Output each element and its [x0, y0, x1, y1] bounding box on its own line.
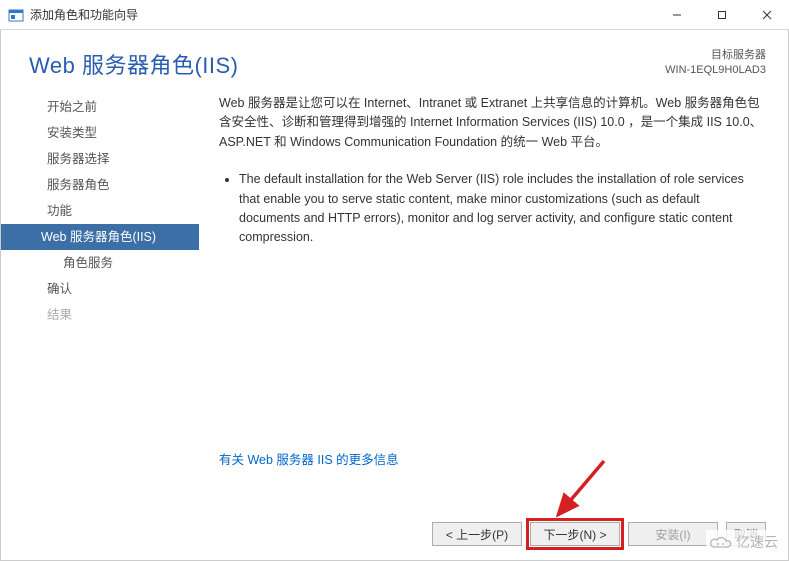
- nav-item-2[interactable]: 服务器选择: [1, 146, 199, 172]
- nav-item-7[interactable]: 确认: [1, 276, 199, 302]
- close-button[interactable]: [744, 0, 789, 29]
- target-value: WIN-1EQL9H0LAD3: [665, 63, 766, 78]
- notes-list: The default installation for the Web Ser…: [229, 170, 764, 248]
- titlebar: 添加角色和功能向导: [0, 0, 789, 30]
- more-info-link[interactable]: 有关 Web 服务器 IIS 的更多信息: [219, 451, 399, 470]
- nav-item-0[interactable]: 开始之前: [1, 94, 199, 120]
- nav-item-6[interactable]: 角色服务: [1, 250, 199, 276]
- window-title: 添加角色和功能向导: [30, 6, 654, 23]
- install-button: 安装(I): [628, 522, 718, 546]
- window-controls: [654, 0, 789, 29]
- body-row: 开始之前安装类型服务器选择服务器角色功能Web 服务器角色(IIS)角色服务确认…: [1, 88, 788, 476]
- nav-item-8: 结果: [1, 302, 199, 328]
- target-server-box: 目标服务器 WIN-1EQL9H0LAD3: [665, 48, 766, 79]
- content-pane: Web 服务器是让您可以在 Internet、Intranet 或 Extran…: [199, 88, 788, 476]
- nav-item-5[interactable]: Web 服务器角色(IIS): [1, 224, 199, 250]
- client-area: Web 服务器角色(IIS) 目标服务器 WIN-1EQL9H0LAD3 开始之…: [0, 30, 789, 561]
- nav-item-4[interactable]: 功能: [1, 198, 199, 224]
- intro-text: Web 服务器是让您可以在 Internet、Intranet 或 Extran…: [219, 94, 764, 152]
- cloud-icon: [710, 534, 732, 550]
- nav-item-3[interactable]: 服务器角色: [1, 172, 199, 198]
- watermark-text: 亿速云: [736, 532, 778, 552]
- nav-item-1[interactable]: 安装类型: [1, 120, 199, 146]
- target-label: 目标服务器: [665, 48, 766, 63]
- wizard-nav: 开始之前安装类型服务器选择服务器角色功能Web 服务器角色(IIS)角色服务确认…: [1, 88, 199, 476]
- previous-button[interactable]: < 上一步(P): [432, 522, 522, 546]
- watermark: 亿速云: [706, 530, 782, 554]
- next-button[interactable]: 下一步(N) >: [530, 522, 620, 546]
- header-row: Web 服务器角色(IIS) 目标服务器 WIN-1EQL9H0LAD3: [1, 30, 788, 88]
- page-title: Web 服务器角色(IIS): [29, 48, 665, 80]
- maximize-button[interactable]: [699, 0, 744, 29]
- note-item-0: The default installation for the Web Ser…: [239, 170, 764, 248]
- minimize-button[interactable]: [654, 0, 699, 29]
- app-icon: [8, 7, 24, 23]
